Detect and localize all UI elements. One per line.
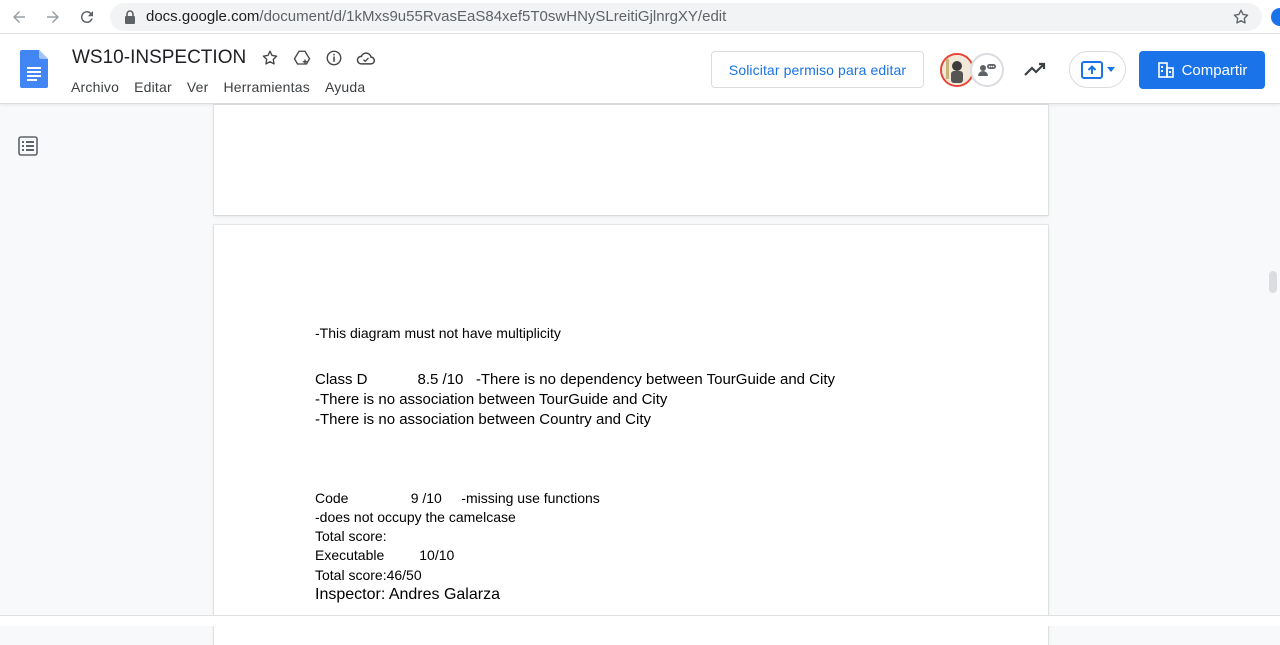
- request-edit-access-button[interactable]: Solicitar permiso para editar: [711, 51, 924, 88]
- vertical-scrollbar[interactable]: [1269, 271, 1277, 293]
- share-button[interactable]: Compartir: [1139, 51, 1265, 89]
- doc-line-class-d: Class D 8.5 /10 -There is no dependency …: [315, 371, 836, 388]
- user-avatar[interactable]: [940, 53, 974, 87]
- doc-line-total-score-label: Total score:: [315, 528, 387, 544]
- cloud-status-icon[interactable]: [356, 48, 376, 68]
- browser-toolbar: docs.google.com/document/d/1kMxs9u55Rvas…: [0, 0, 1280, 34]
- reload-icon: [80, 11, 93, 24]
- doc-line-multiplicity: -This diagram must not have multiplicity: [315, 325, 561, 341]
- lock-icon: [125, 10, 135, 24]
- browser-profile-avatar[interactable]: [1271, 8, 1280, 26]
- share-label: Compartir: [1181, 61, 1248, 79]
- forward-button[interactable]: [42, 6, 64, 28]
- present-button[interactable]: [1069, 51, 1126, 88]
- menu-archivo[interactable]: Archivo: [71, 79, 119, 95]
- document-title[interactable]: WS10-INSPECTION: [72, 47, 246, 69]
- doc-line-inspector: Inspector: Andres Galarza: [315, 586, 500, 603]
- document-page-previous: [214, 105, 1048, 215]
- chevron-down-icon: [1106, 66, 1115, 72]
- menu-editar[interactable]: Editar: [134, 79, 172, 95]
- menu-bar: Archivo Editar Ver Herramientas Ayuda: [71, 79, 380, 95]
- address-bar[interactable]: docs.google.com/document/d/1kMxs9u55Rvas…: [110, 3, 1262, 31]
- menu-ver[interactable]: Ver: [187, 79, 209, 95]
- reload-button[interactable]: [76, 6, 98, 28]
- user-photo-icon: [942, 55, 972, 85]
- url-text: docs.google.com/document/d/1kMxs9u55Rvas…: [146, 8, 726, 25]
- doc-line-total-score: Total score:46/50: [315, 567, 422, 583]
- doc-line-camelcase: -does not occupy the camelcase: [315, 509, 516, 525]
- back-button[interactable]: [8, 6, 30, 28]
- arrow-left-icon: [13, 11, 25, 23]
- title-actions: [260, 48, 376, 68]
- document-outline-icon[interactable]: [17, 135, 39, 157]
- doc-line-country-city: -There is no association between Country…: [315, 411, 652, 428]
- activity-trend-icon[interactable]: [1023, 58, 1049, 80]
- star-icon[interactable]: [260, 48, 280, 68]
- anonymous-viewers-avatar[interactable]: [970, 53, 1004, 87]
- arrow-right-icon: [47, 11, 59, 23]
- viewer-icon: [978, 64, 996, 76]
- menu-herramientas[interactable]: Herramientas: [224, 79, 310, 95]
- docs-header: WS10-INSPECTION Archivo Editar Ver Herra…: [0, 34, 1280, 104]
- url-host: docs.google.com: [146, 8, 260, 25]
- doc-line-executable: Executable 10/10: [315, 547, 455, 563]
- present-icon: [1080, 60, 1103, 79]
- document-page[interactable]: -This diagram must not have multiplicity…: [214, 225, 1048, 645]
- doc-line-code: Code 9 /10 -missing use functions: [315, 490, 600, 506]
- bottom-strip: [0, 615, 1280, 626]
- share-building-icon: [1157, 62, 1174, 78]
- menu-ayuda[interactable]: Ayuda: [325, 79, 365, 95]
- url-path: /document/d/1kMxs9u55RvasEaS84xef5T0swHN…: [259, 8, 727, 25]
- doc-line-tourguide-city: -There is no association between TourGui…: [315, 391, 668, 408]
- bookmark-star-icon[interactable]: [1232, 8, 1250, 26]
- info-icon[interactable]: [324, 48, 344, 68]
- google-docs-logo-icon[interactable]: [20, 50, 48, 88]
- move-to-drive-icon[interactable]: [292, 48, 312, 68]
